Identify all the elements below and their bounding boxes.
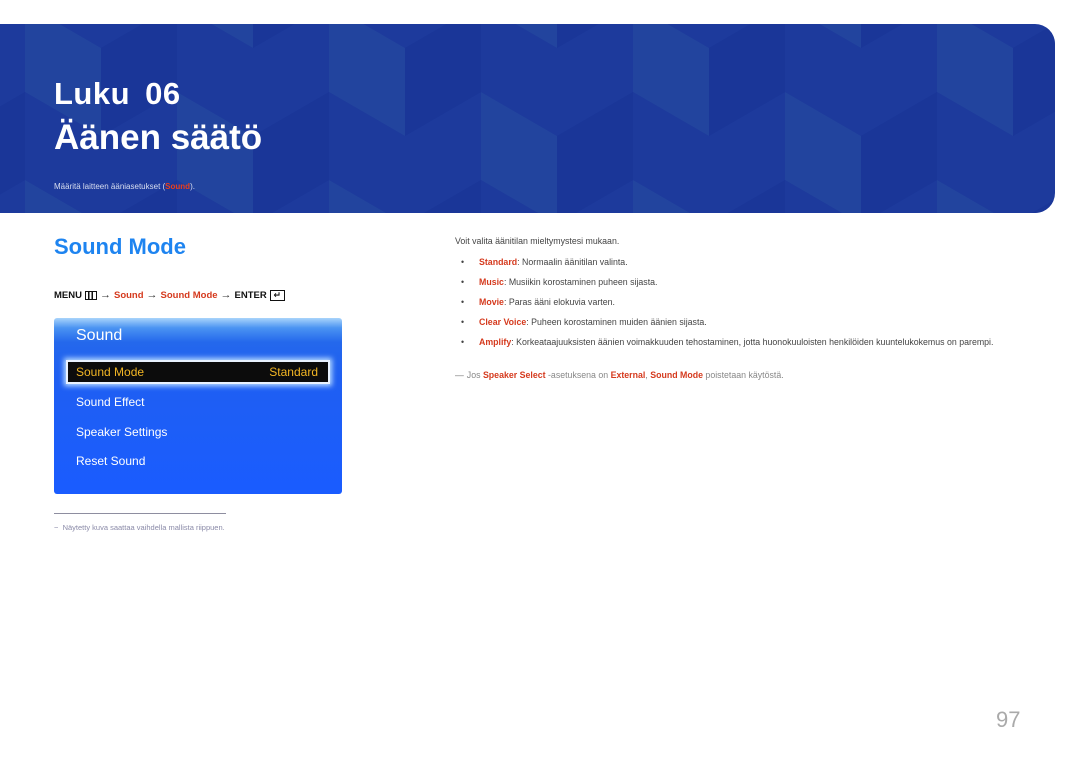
menu-path-step-sound: Sound	[113, 289, 144, 301]
cube-face	[329, 180, 386, 213]
subtitle-suffix: ).	[190, 182, 195, 191]
footnote-divider	[54, 513, 226, 514]
list-item-text: : Korkeataajuuksisten äänien voimakkuude…	[511, 337, 994, 347]
bullet-icon: •	[461, 257, 465, 267]
cube-face	[861, 24, 903, 48]
osd-sound-menu: Sound Sound Mode Standard Sound Effect S…	[54, 318, 342, 494]
page-number: 97	[996, 707, 1021, 732]
description-intro: Voit valita äänitilan mieltymystesi muka…	[455, 236, 620, 246]
subtitle-highlight: Sound	[165, 182, 191, 191]
cube-face	[861, 92, 937, 213]
section-title: Sound Mode	[54, 234, 186, 259]
menu-path: MENU → Sound → Sound Mode → ENTER ↵	[54, 289, 285, 301]
cube-face	[1032, 199, 1055, 213]
osd-item-label: Sound Mode	[76, 365, 145, 379]
osd-menu-item-sound-effect[interactable]: Sound Effect	[76, 395, 145, 409]
cube-face	[0, 24, 25, 48]
list-item: • Movie: Paras ääni elokuvia varten.	[455, 296, 1045, 308]
arrow-icon: →	[99, 289, 111, 301]
list-item-term: Movie	[479, 297, 504, 307]
note-text: Jos	[466, 370, 483, 380]
cube-face	[709, 24, 785, 136]
arrow-icon: →	[146, 289, 158, 301]
chapter-subtitle: Määritä laitteen ääniasetukset (Sound).	[54, 182, 195, 191]
cube-face	[819, 24, 861, 48]
image-footnote: − Näytetty kuva saattaa vaihdella mallis…	[54, 523, 225, 532]
cube-face	[633, 180, 690, 213]
enter-icon: ↵	[269, 289, 285, 301]
list-item-term: Clear Voice	[479, 317, 527, 327]
note-text: poistetaan käytöstä.	[702, 370, 784, 380]
osd-menu-item-speaker-settings[interactable]: Speaker Settings	[76, 425, 167, 439]
cube-face	[937, 24, 1013, 136]
osd-menu-item-reset-sound[interactable]: Reset Sound	[76, 454, 145, 468]
cube-face	[785, 92, 861, 213]
footnote-text: Näytetty kuva saattaa vaihdella mallista…	[62, 523, 225, 532]
bullet-icon: •	[461, 297, 465, 307]
cube-face	[633, 24, 709, 136]
menu-path-step-sound-mode: Sound Mode	[160, 289, 218, 301]
cube-face	[557, 24, 599, 48]
note-term: Speaker Select	[482, 370, 546, 380]
sound-mode-list: • Standard: Normaalin äänitilan valinta. …	[455, 256, 1045, 356]
cube-face	[329, 24, 405, 136]
list-item-text: : Paras ääni elokuvia varten.	[503, 297, 615, 307]
cube-face	[1013, 24, 1055, 136]
chapter-banner: Luku 06 Äänen säätö Määritä laitteen ään…	[0, 24, 1055, 213]
cube-face	[728, 180, 785, 213]
list-item: • Amplify: Korkeataajuuksisten äänien voi…	[455, 336, 1045, 348]
list-item: • Standard: Normaalin äänitilan valinta.	[455, 256, 1045, 268]
cube-face	[0, 92, 25, 195]
cube-face	[253, 24, 295, 48]
chapter-title: Äänen säätö	[54, 118, 263, 157]
cube-face	[424, 180, 481, 213]
osd-item-value: Standard	[269, 365, 318, 379]
cube-face	[937, 180, 994, 213]
list-item: • Music: Musiikin korostaminen puheen sij…	[455, 276, 1045, 288]
speaker-select-note: ― Jos Speaker Select -asetuksena on Exter…	[455, 370, 784, 380]
osd-menu-item-sound-mode[interactable]: Sound Mode Standard	[66, 360, 330, 384]
cube-face	[557, 92, 633, 213]
list-item-text: : Puheen korostaminen muiden äänien sija…	[526, 317, 707, 327]
list-item-term: Music	[479, 277, 504, 287]
footnote-dash: −	[54, 523, 59, 532]
cube-face	[211, 24, 253, 48]
bullet-icon: •	[461, 337, 465, 347]
note-term: External	[610, 370, 646, 380]
arrow-icon: →	[220, 289, 232, 301]
menu-grid-icon	[84, 290, 97, 300]
cube-face	[405, 24, 481, 136]
cube-face	[481, 92, 557, 213]
list-item-text: : Musiikin korostaminen puheen sijasta.	[503, 277, 658, 287]
list-item-term: Amplify	[479, 337, 512, 347]
menu-label: MENU	[54, 289, 82, 301]
bullet-icon: •	[461, 317, 465, 327]
note-dash: ―	[455, 370, 464, 380]
note-text: -asetuksena on	[545, 370, 611, 380]
list-item: • Clear Voice: Puheen korostaminen muiden…	[455, 316, 1045, 328]
cube-face	[515, 24, 557, 48]
osd-menu-title: Sound	[76, 327, 123, 344]
cube-face	[253, 92, 329, 213]
note-term: Sound Mode	[650, 370, 703, 380]
chapter-number: Luku 06	[54, 76, 181, 111]
bullet-icon: •	[461, 277, 465, 287]
list-item-term: Standard	[479, 257, 518, 267]
list-item-text: : Normaalin äänitilan valinta.	[517, 257, 628, 267]
subtitle-prefix: Määritä laitteen ääniasetukset (	[54, 182, 166, 191]
enter-label: ENTER	[234, 289, 267, 301]
